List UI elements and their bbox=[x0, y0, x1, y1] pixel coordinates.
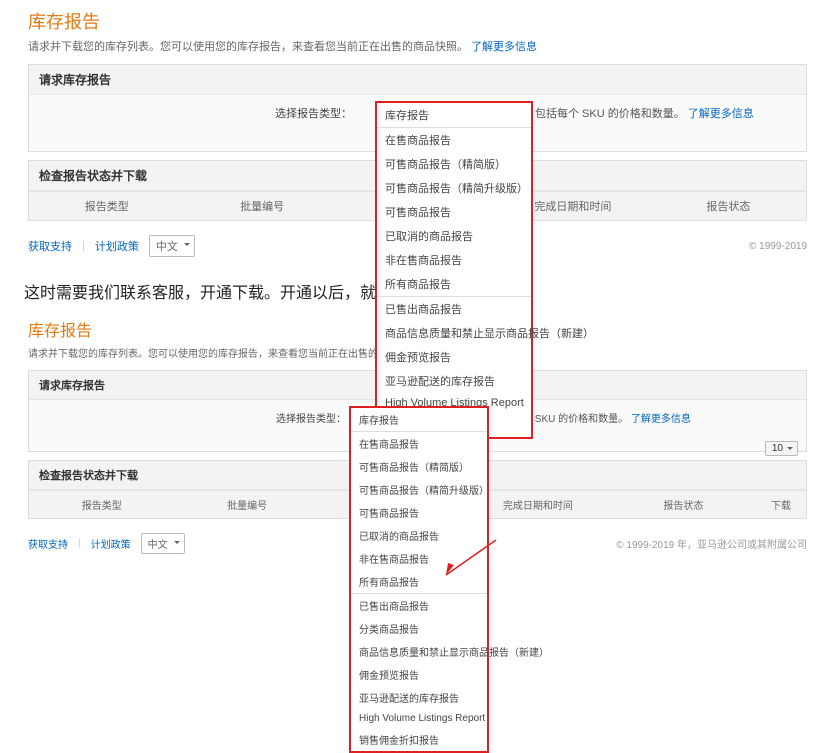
subtitle-text: 请求并下载您的库存列表。您可以使用您的库存报告，来查看您当前正在出售的商品快照。 bbox=[28, 349, 428, 360]
helper-prefix: 包括每个 SKU 的价格和数量。 bbox=[535, 108, 685, 120]
dropdown-item[interactable]: 已售出商品报告 bbox=[351, 593, 487, 617]
dropdown-item[interactable]: 可售商品报告（精简版） bbox=[377, 152, 531, 176]
col-status: 报告状态 bbox=[611, 491, 756, 518]
page-size-select[interactable]: 10 bbox=[765, 441, 798, 456]
divider: | bbox=[78, 538, 81, 549]
dropdown-item[interactable]: 可售商品报告（精简升级版） bbox=[377, 176, 531, 200]
request-section: 请求库存报告 选择报告类型： 包括每个 SKU 的价格和数量。 了解更多信息 库… bbox=[28, 64, 807, 152]
col-download: 下载 bbox=[756, 491, 806, 518]
dropdown-item[interactable]: 亚马逊配送的库存报告 bbox=[351, 686, 487, 709]
copyright: © 1999-2019 年，亚马逊公司或其附属公司 bbox=[616, 536, 807, 551]
dropdown-item[interactable]: 库存报告 bbox=[351, 408, 487, 431]
report-type-dropdown[interactable]: 库存报告 在售商品报告 可售商品报告（精简版） 可售商品报告（精简升级版） 可售… bbox=[375, 101, 533, 439]
language-select[interactable]: 中文 bbox=[141, 533, 185, 554]
dropdown-item[interactable]: 非在售商品报告 bbox=[377, 248, 531, 272]
dropdown-item[interactable]: 商品信息质量和禁止显示商品报告（新建） bbox=[351, 640, 487, 663]
dropdown-item[interactable]: 所有商品报告 bbox=[377, 272, 531, 296]
dropdown-item[interactable]: 可售商品报告（精简版） bbox=[351, 455, 487, 478]
col-status: 报告状态 bbox=[651, 192, 806, 220]
dropdown-item[interactable]: 非在售商品报告 bbox=[351, 547, 487, 570]
divider: | bbox=[82, 240, 85, 252]
col-batch-no: 批量编号 bbox=[184, 192, 339, 220]
learn-more-link[interactable]: 了解更多信息 bbox=[471, 41, 537, 53]
dropdown-item[interactable]: 亚马逊配送的库存报告 bbox=[377, 369, 531, 393]
dropdown-item[interactable]: 已取消的商品报告 bbox=[351, 524, 487, 547]
page-subtitle: 请求并下载您的库存列表。您可以使用您的库存报告，来查看您当前正在出售的商品快照。… bbox=[28, 38, 807, 54]
helper-text: 包括每个 SKU 的价格和数量。 了解更多信息 bbox=[535, 105, 754, 121]
dropdown-item[interactable]: 可售商品报告 bbox=[351, 501, 487, 524]
screenshot-1: 库存报告 请求并下载您的库存列表。您可以使用您的库存报告，来查看您当前正在出售的… bbox=[0, 0, 825, 261]
dropdown-item-highlight[interactable]: 分类商品报告 bbox=[351, 617, 487, 640]
col-batch-no: 批量编号 bbox=[174, 491, 319, 518]
page-title: 库存报告 bbox=[28, 8, 807, 34]
get-support-link[interactable]: 获取支持 bbox=[28, 238, 72, 254]
report-type-dropdown[interactable]: 库存报告 在售商品报告 可售商品报告（精简版） 可售商品报告（精简升级版） 可售… bbox=[349, 406, 489, 753]
request-body: 选择报告类型： 包括每个 SKU 的价格和数量。 了解更多信息 库存报告 在售商… bbox=[29, 95, 806, 151]
helper-link[interactable]: 了解更多信息 bbox=[631, 414, 691, 425]
helper-link[interactable]: 了解更多信息 bbox=[688, 108, 754, 120]
dropdown-item[interactable]: 销售佣金折扣报告 bbox=[351, 728, 487, 751]
dropdown-item[interactable]: 可售商品报告 bbox=[377, 200, 531, 224]
copyright: © 1999-2019 bbox=[749, 241, 807, 252]
col-report-type: 报告类型 bbox=[29, 192, 184, 220]
language-select[interactable]: 中文 bbox=[149, 235, 195, 257]
dropdown-item[interactable]: 库存报告 bbox=[377, 103, 531, 127]
dropdown-item[interactable]: 已取消的商品报告 bbox=[377, 224, 531, 248]
request-header: 请求库存报告 bbox=[29, 65, 806, 95]
dropdown-item[interactable]: 商品信息质量和禁止显示商品报告（新建） bbox=[377, 321, 531, 345]
dropdown-item[interactable]: 已售出商品报告 bbox=[377, 296, 531, 321]
dropdown-item[interactable]: 佣金预览报告 bbox=[351, 663, 487, 686]
plan-policy-link[interactable]: 计划政策 bbox=[95, 238, 139, 254]
dropdown-item[interactable]: 可售商品报告（精简升级版） bbox=[351, 478, 487, 501]
dropdown-item[interactable]: High Volume Listings Report bbox=[351, 709, 487, 728]
plan-policy-link[interactable]: 计划政策 bbox=[91, 536, 131, 551]
col-report-type: 报告类型 bbox=[29, 491, 174, 518]
request-body: 选择报告类型： 包括每个 SKU 的价格和数量。 了解更多信息 库存报告 在售商… bbox=[29, 400, 806, 451]
dropdown-item[interactable]: 在售商品报告 bbox=[377, 127, 531, 152]
get-support-link[interactable]: 获取支持 bbox=[28, 536, 68, 551]
dropdown-item[interactable]: 佣金预览报告 bbox=[377, 345, 531, 369]
dropdown-item[interactable]: 在售商品报告 bbox=[351, 431, 487, 455]
subtitle-text: 请求并下载您的库存列表。您可以使用您的库存报告，来查看您当前正在出售的商品快照。 bbox=[28, 41, 468, 53]
